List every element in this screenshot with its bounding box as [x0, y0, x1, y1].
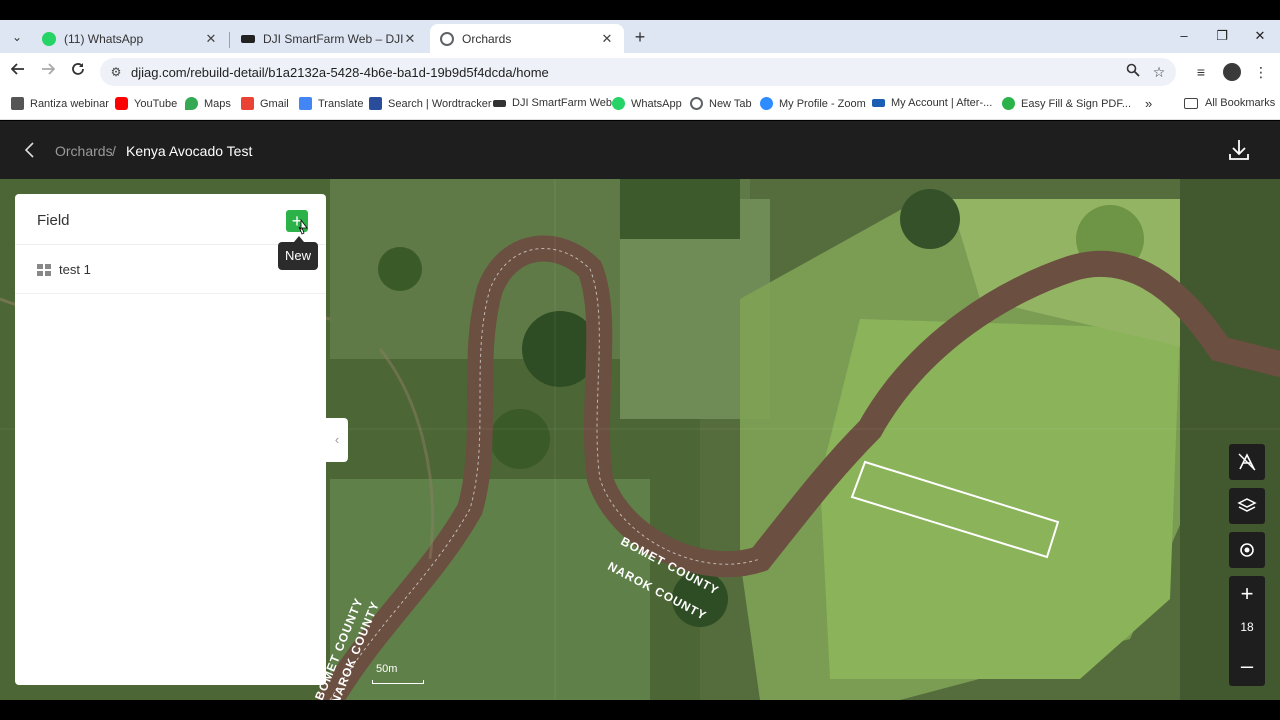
- map-controls: + 18 –: [1229, 444, 1265, 686]
- zoom-icon[interactable]: [1124, 63, 1142, 81]
- zoom-level: 18: [1240, 620, 1254, 634]
- bookmark-item[interactable]: Rantiza webinar: [11, 97, 109, 110]
- address-bar[interactable]: ⚙ djiag.com/rebuild-detail/b1a2132a-5428…: [100, 58, 1176, 86]
- profile-avatar[interactable]: [1223, 63, 1241, 81]
- bookmark-item[interactable]: New Tab: [690, 97, 752, 110]
- back-chevron-icon[interactable]: [22, 140, 38, 160]
- whatsapp-icon: [42, 31, 56, 46]
- bookmark-item[interactable]: Easy Fill & Sign PDF...: [1002, 97, 1131, 110]
- close-tab-icon[interactable]: ✕: [204, 31, 218, 47]
- ruler-slash-icon: [1238, 453, 1256, 471]
- folder-icon: [1184, 97, 1198, 109]
- dji-icon: [493, 99, 506, 107]
- download-icon[interactable]: [1228, 138, 1250, 162]
- wordtracker-icon: [369, 97, 382, 110]
- more-bookmarks-chevron-icon[interactable]: »: [1145, 96, 1152, 111]
- close-tab-icon[interactable]: ✕: [403, 31, 417, 47]
- url-text[interactable]: djiag.com/rebuild-detail/b1a2132a-5428-4…: [131, 65, 549, 80]
- gmail-icon: [241, 97, 254, 110]
- folder-icon: [11, 97, 24, 110]
- tab-separator: [229, 32, 230, 48]
- fill-sign-icon: [1002, 97, 1015, 110]
- close-tab-icon[interactable]: ✕: [600, 31, 614, 47]
- bookmark-item[interactable]: DJI SmartFarm Web: [493, 97, 612, 109]
- tab-orchards[interactable]: Orchards ✕: [430, 24, 624, 53]
- layers-button[interactable]: [1229, 488, 1265, 524]
- tab-title: (11) WhatsApp: [64, 31, 144, 46]
- collapse-panel-button[interactable]: ‹: [326, 418, 348, 462]
- page-title: Kenya Avocado Test: [126, 143, 253, 159]
- tab-title: DJI SmartFarm Web – DJI agricu: [263, 31, 403, 46]
- screen: ⌄ (11) WhatsApp ✕ DJI SmartFarm Web – DJ…: [0, 0, 1280, 720]
- tab-title: Orchards: [462, 31, 512, 46]
- account-icon: [872, 99, 885, 107]
- bookmark-item[interactable]: Translate: [299, 97, 363, 110]
- magnifier-icon: [1126, 63, 1140, 77]
- whatsapp-icon: [612, 97, 625, 110]
- dji-icon: [241, 34, 255, 43]
- app-header: Orchards / Kenya Avocado Test: [0, 121, 1280, 179]
- all-bookmarks-button[interactable]: All Bookmarks: [1184, 97, 1275, 109]
- bookmark-item[interactable]: My Account | After-...: [872, 97, 992, 109]
- panel-title: Field: [37, 212, 70, 229]
- new-tooltip: New: [278, 236, 318, 270]
- close-window-button[interactable]: ✕: [1248, 26, 1272, 46]
- translate-icon: [299, 97, 312, 110]
- field-name: test 1: [59, 262, 91, 277]
- new-tab-button[interactable]: +: [630, 27, 650, 47]
- browser-toolbar: ⚙ djiag.com/rebuild-detail/b1a2132a-5428…: [0, 53, 1280, 91]
- bookmark-item[interactable]: Gmail: [241, 97, 289, 110]
- globe-icon: [690, 97, 703, 110]
- zoom-in-button[interactable]: +: [1229, 576, 1265, 612]
- browser-tab-strip: ⌄ (11) WhatsApp ✕ DJI SmartFarm Web – DJ…: [0, 20, 1280, 53]
- mouse-cursor-icon: [298, 219, 308, 235]
- bookmark-item[interactable]: YouTube: [115, 97, 177, 110]
- bookmark-star-icon[interactable]: ☆: [1150, 63, 1168, 81]
- measure-tool-button[interactable]: [1229, 444, 1265, 480]
- menu-kebab-icon[interactable]: ⋮: [1251, 62, 1271, 82]
- tab-whatsapp[interactable]: (11) WhatsApp ✕: [32, 24, 228, 53]
- reload-button[interactable]: [68, 62, 88, 82]
- breadcrumb-orchards[interactable]: Orchards: [55, 143, 113, 159]
- back-button[interactable]: [8, 62, 28, 82]
- bookmark-item[interactable]: Search | Wordtracker: [369, 97, 492, 110]
- locate-icon: [1240, 543, 1254, 557]
- back-arrow-icon: [10, 63, 24, 75]
- scale-label: 50m: [376, 663, 398, 675]
- locate-button[interactable]: [1229, 532, 1265, 568]
- globe-icon: [440, 31, 454, 46]
- bookmark-item[interactable]: Maps: [185, 97, 231, 110]
- layers-icon: [1237, 498, 1257, 512]
- bookmarks-bar: Rantiza webinar YouTube Maps Gmail Trans…: [0, 91, 1280, 120]
- field-grid-icon: [37, 264, 51, 276]
- scale-bar: [372, 680, 424, 684]
- breadcrumb-separator: /: [112, 143, 116, 159]
- forward-arrow-icon: [42, 63, 56, 75]
- reload-icon: [72, 63, 84, 75]
- tab-search-chevron-icon[interactable]: ⌄: [6, 27, 28, 47]
- youtube-icon: [115, 97, 128, 110]
- zoom-out-button[interactable]: –: [1229, 648, 1265, 684]
- zoom-control: + 18 –: [1229, 576, 1265, 686]
- zoom-app-icon: [760, 97, 773, 110]
- restore-button[interactable]: ❐: [1210, 26, 1234, 46]
- site-info-icon[interactable]: ⚙: [108, 64, 124, 80]
- maps-pin-icon: [185, 97, 198, 110]
- bookmark-item[interactable]: My Profile - Zoom: [760, 97, 866, 110]
- forward-button[interactable]: [38, 62, 58, 82]
- media-control-icon[interactable]: ≡: [1191, 62, 1211, 82]
- bookmark-item[interactable]: WhatsApp: [612, 97, 682, 110]
- tab-dji-smartfarm[interactable]: DJI SmartFarm Web – DJI agricu ✕: [231, 24, 427, 53]
- minimize-button[interactable]: –: [1172, 26, 1196, 46]
